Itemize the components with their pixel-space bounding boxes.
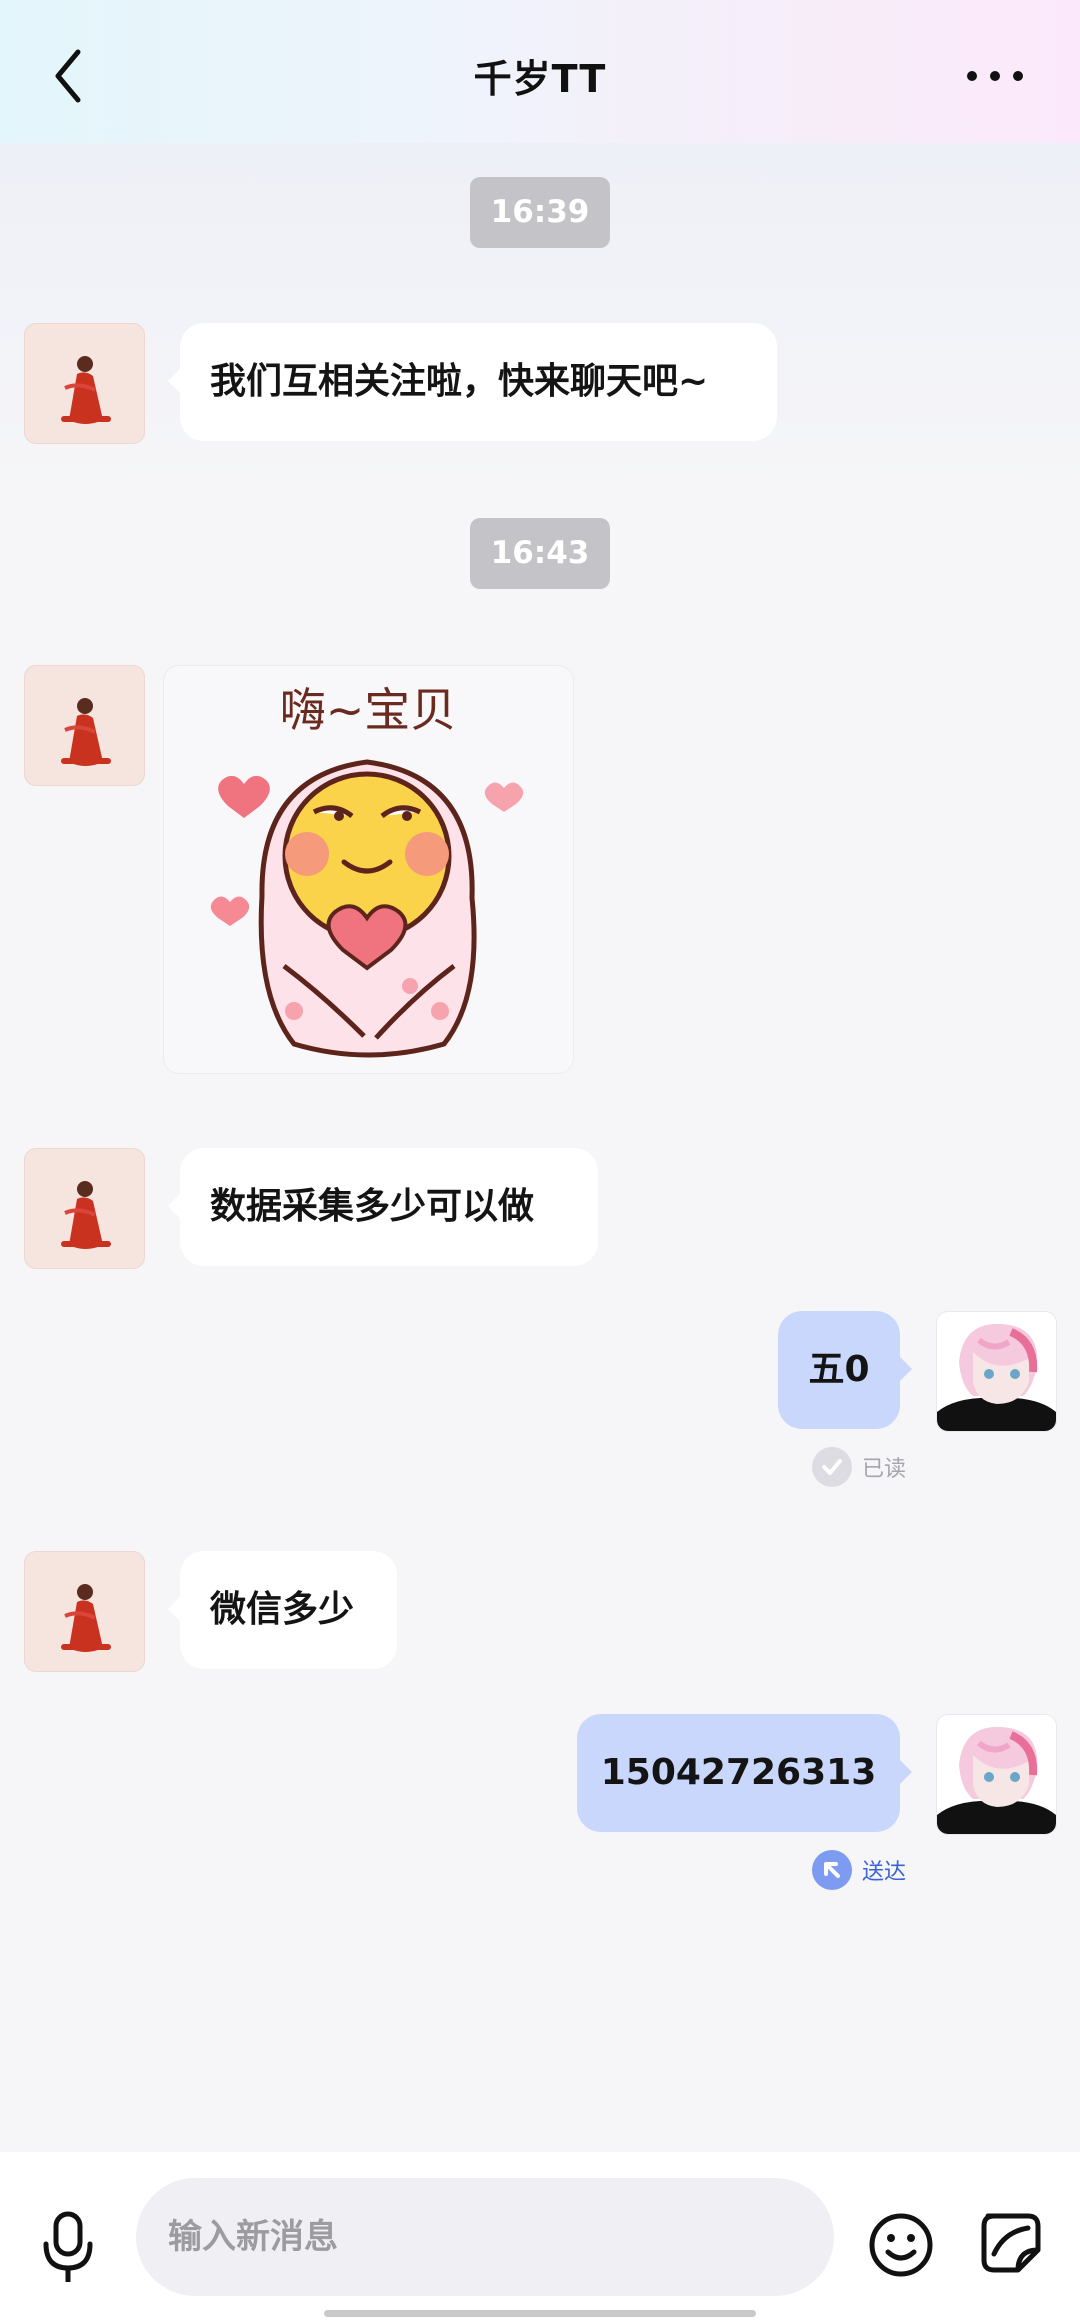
message-bubble[interactable]: 微信多少 [168, 1551, 397, 1669]
my-message-bubble[interactable]: 15042726313 [577, 1714, 912, 1832]
my-message-bubble[interactable]: 五0 [778, 1311, 912, 1429]
contact-avatar[interactable] [24, 665, 145, 786]
read-status: 已读 [812, 1447, 906, 1487]
heart-icon [218, 775, 270, 818]
message-bubble[interactable]: 我们互相关注啦，快来聊天吧~ [168, 323, 777, 441]
avatar-figure-icon [61, 1584, 111, 1652]
status-text: 送达 [862, 1860, 907, 1885]
more-dots-icon [967, 71, 1023, 81]
voice-button[interactable] [40, 2210, 96, 2286]
delivered-arrow-icon [812, 1850, 852, 1890]
contact-avatar[interactable] [24, 1551, 145, 1672]
delivered-status: 送达 [812, 1850, 906, 1890]
my-avatar[interactable] [936, 1311, 1057, 1432]
avatar-anime-icon [937, 1726, 1056, 1834]
avatar-figure-icon [61, 1181, 111, 1249]
check-circle-icon [812, 1447, 852, 1487]
microphone-icon [43, 2211, 93, 2282]
smiley-icon [869, 2213, 933, 2277]
heart-icon [484, 782, 524, 812]
sticker-button[interactable] [978, 2210, 1044, 2276]
status-text: 已读 [862, 1457, 907, 1482]
sticker-icon [981, 2213, 1041, 2273]
contact-avatar[interactable] [24, 323, 145, 444]
home-indicator [324, 2310, 756, 2317]
emoji-button[interactable] [866, 2210, 936, 2280]
message-bubble[interactable]: 数据采集多少可以做 [168, 1148, 598, 1266]
my-avatar[interactable] [936, 1714, 1057, 1835]
timestamp: 16:43 [470, 518, 610, 589]
avatar-anime-icon [937, 1323, 1056, 1431]
sticker-caption: 嗨~宝贝 [280, 683, 457, 737]
timestamp: 16:39 [470, 177, 610, 248]
chat-title: 千岁TT [473, 57, 607, 101]
more-button[interactable] [960, 56, 1030, 96]
avatar-figure-icon [61, 356, 111, 424]
message-input[interactable] [136, 2178, 834, 2296]
contact-avatar[interactable] [24, 1148, 145, 1269]
sticker-message[interactable]: 嗨~宝贝 [163, 665, 574, 1074]
avatar-figure-icon [61, 698, 111, 766]
heart-icon [210, 896, 250, 926]
